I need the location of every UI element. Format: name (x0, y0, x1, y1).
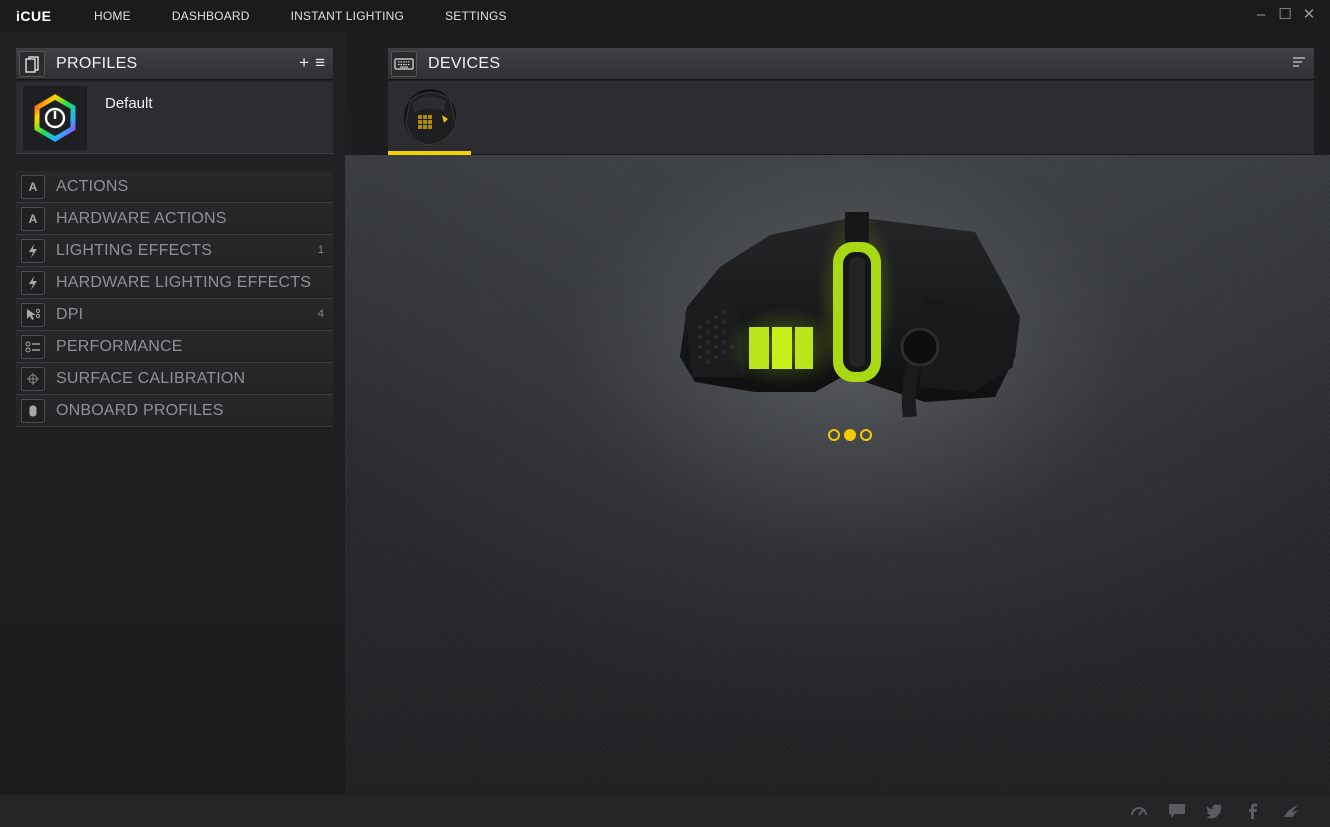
window-controls: – ☐ ✕ (1254, 6, 1316, 24)
menu-item-hardware-actions[interactable]: A HARDWARE ACTIONS (16, 203, 333, 235)
add-profile-button[interactable]: + (299, 53, 309, 73)
chat-icon[interactable] (1168, 802, 1186, 820)
devices-sort-icon[interactable] (1292, 53, 1306, 73)
top-nav: HOME DASHBOARD INSTANT LIGHTING SETTINGS (94, 0, 548, 32)
pager-dot-1[interactable] (828, 429, 840, 441)
menu-item-onboard-profiles[interactable]: ONBOARD PROFILES (16, 395, 333, 427)
nav-dashboard[interactable]: DASHBOARD (172, 9, 250, 23)
menu-item-label: PERFORMANCE (56, 337, 183, 355)
profiles-menu-button[interactable]: ≡ (315, 53, 325, 73)
menu-item-count: 4 (317, 308, 324, 320)
footer-bar (0, 795, 1330, 827)
profile-settings-menu: A ACTIONS A HARDWARE ACTIONS LIGHTING EF… (16, 171, 333, 427)
menu-item-label: HARDWARE ACTIONS (56, 209, 227, 227)
devices-strip (388, 81, 1314, 155)
menu-item-hardware-lighting-effects[interactable]: HARDWARE LIGHTING EFFECTS (16, 267, 333, 299)
letter-a-icon: A (21, 206, 45, 231)
menu-item-label: ONBOARD PROFILES (56, 401, 224, 419)
device-tile-mouse[interactable] (388, 81, 471, 155)
left-panel: PROFILES + ≡ Default A ACTIONS A HARDWAR… (0, 32, 345, 795)
profile-item-default[interactable]: Default (16, 82, 333, 154)
devices-header: DEVICES (388, 48, 1314, 80)
title-bar: iCUE HOME DASHBOARD INSTANT LIGHTING SET… (0, 0, 1330, 32)
app-logo: iCUE (16, 8, 52, 24)
close-button[interactable]: ✕ (1302, 6, 1316, 24)
device-preview-area (345, 155, 1330, 795)
speedometer-icon[interactable] (1130, 802, 1148, 820)
sliders-icon (21, 334, 45, 359)
corsair-sails-icon[interactable] (1282, 802, 1300, 820)
menu-item-surface-calibration[interactable]: SURFACE CALIBRATION (16, 363, 333, 395)
nav-settings[interactable]: SETTINGS (445, 9, 507, 23)
icue-logo-icon (23, 86, 87, 150)
image-pager (828, 429, 872, 441)
menu-item-actions[interactable]: A ACTIONS (16, 171, 333, 203)
cursor-icon (21, 302, 45, 327)
crosshair-icon (21, 366, 45, 391)
footer-icons (1130, 802, 1300, 820)
menu-item-label: HARDWARE LIGHTING EFFECTS (56, 273, 312, 291)
menu-item-label: SURFACE CALIBRATION (56, 369, 246, 387)
profiles-actions: + ≡ (299, 53, 325, 73)
profile-name: Default (105, 95, 153, 112)
mouse-icon (21, 398, 45, 423)
menu-item-lighting-effects[interactable]: LIGHTING EFFECTS 1 (16, 235, 333, 267)
menu-item-label: DPI (56, 305, 84, 323)
menu-item-label: ACTIONS (56, 177, 129, 195)
twitter-icon[interactable] (1206, 802, 1224, 820)
nav-instant-lighting[interactable]: INSTANT LIGHTING (291, 9, 404, 23)
facebook-icon[interactable] (1244, 802, 1262, 820)
lightning-icon (21, 270, 45, 295)
pager-dot-3[interactable] (860, 429, 872, 441)
maximize-button[interactable]: ☐ (1278, 6, 1292, 24)
devices-actions (1292, 53, 1306, 73)
menu-item-dpi[interactable]: DPI 4 (16, 299, 333, 331)
profiles-title: PROFILES (56, 54, 138, 72)
gaming-mouse-thumbnail-icon (404, 89, 457, 146)
mouse-render-image (680, 207, 1020, 417)
pager-dot-2[interactable] (844, 429, 856, 441)
letter-a-icon: A (21, 174, 45, 199)
minimize-button[interactable]: – (1254, 6, 1268, 24)
menu-item-count: 1 (317, 244, 324, 256)
lightning-icon (21, 238, 45, 263)
devices-title: DEVICES (428, 54, 501, 72)
menu-item-label: LIGHTING EFFECTS (56, 241, 213, 259)
keyboard-icon (391, 50, 417, 77)
profiles-header: PROFILES + ≡ (16, 48, 333, 80)
menu-item-performance[interactable]: PERFORMANCE (16, 331, 333, 363)
nav-home[interactable]: HOME (94, 9, 131, 23)
profiles-icon (19, 50, 45, 77)
